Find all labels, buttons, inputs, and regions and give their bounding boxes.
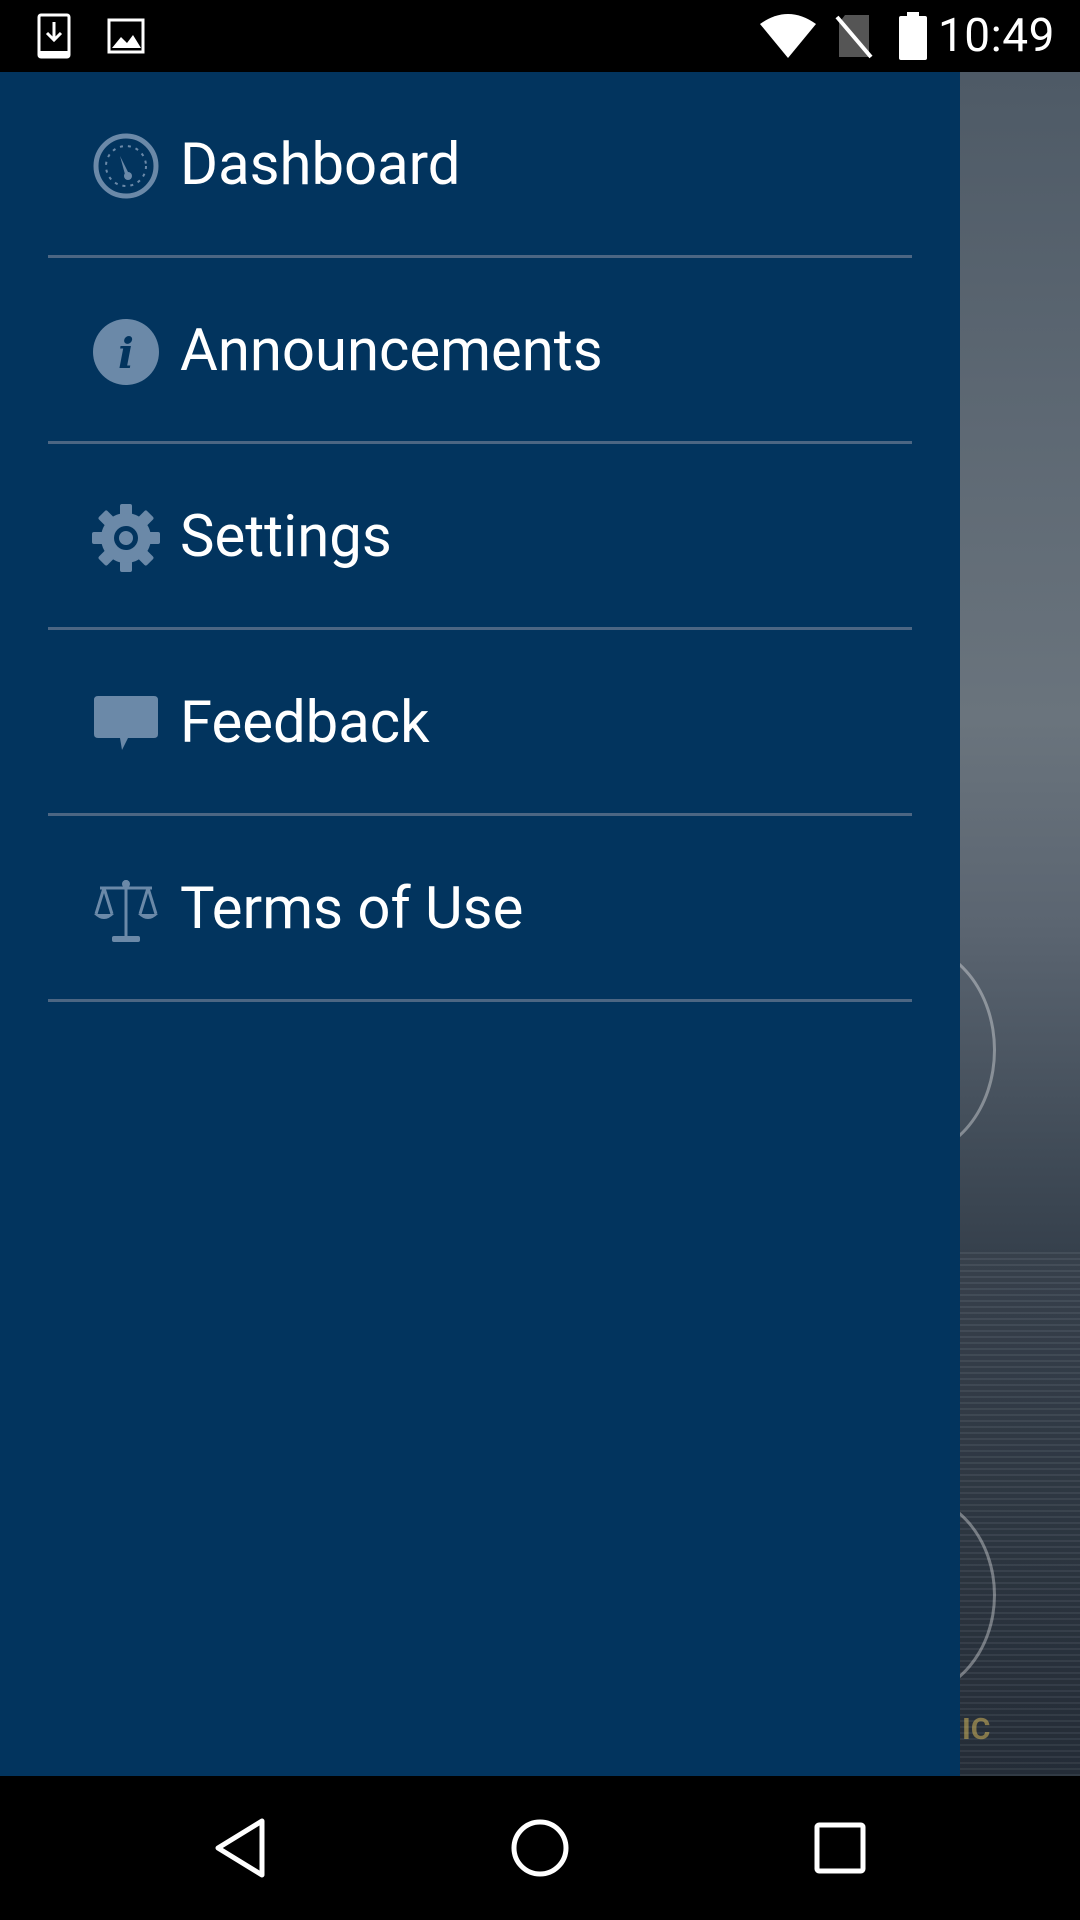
svg-text:i: i — [118, 329, 134, 378]
screen: 10:49 ts IC Dashboard — [0, 0, 1080, 1920]
image-icon — [106, 0, 146, 72]
system-navigation-bar — [0, 1776, 1080, 1920]
battery-icon — [896, 0, 930, 72]
drawer-item-label: Settings — [180, 503, 392, 571]
drawer-item-announcements[interactable]: i Announcements — [0, 258, 960, 444]
status-clock: 10:49 — [937, 9, 1055, 63]
recents-icon[interactable] — [760, 1776, 920, 1920]
background-logo: IC — [962, 1712, 991, 1747]
drawer-item-feedback[interactable]: Feedback — [0, 630, 960, 816]
back-icon[interactable] — [160, 1776, 320, 1920]
drawer-item-label: Terms of Use — [180, 875, 524, 943]
download-icon — [36, 0, 72, 72]
info-icon: i — [92, 318, 160, 386]
status-bar: 10:49 — [0, 0, 1080, 72]
dashboard-gauge-icon — [92, 132, 160, 200]
home-icon[interactable] — [460, 1776, 620, 1920]
drawer-item-label: Announcements — [180, 317, 603, 385]
drawer-item-dashboard[interactable]: Dashboard — [0, 72, 960, 258]
wifi-icon — [758, 0, 818, 72]
speech-bubble-icon — [92, 690, 160, 758]
drawer-item-settings[interactable]: Settings — [0, 444, 960, 630]
gear-icon — [92, 504, 160, 572]
divider — [48, 999, 912, 1002]
no-sim-icon — [834, 0, 874, 72]
drawer-item-terms[interactable]: Terms of Use — [0, 816, 960, 1002]
scales-icon — [92, 876, 160, 944]
drawer-menu: Dashboard i Announcements Settings Feedb… — [0, 72, 960, 1002]
drawer-item-label: Dashboard — [180, 131, 461, 199]
navigation-drawer: Dashboard i Announcements Settings Feedb… — [0, 72, 960, 1776]
drawer-item-label: Feedback — [180, 689, 430, 757]
